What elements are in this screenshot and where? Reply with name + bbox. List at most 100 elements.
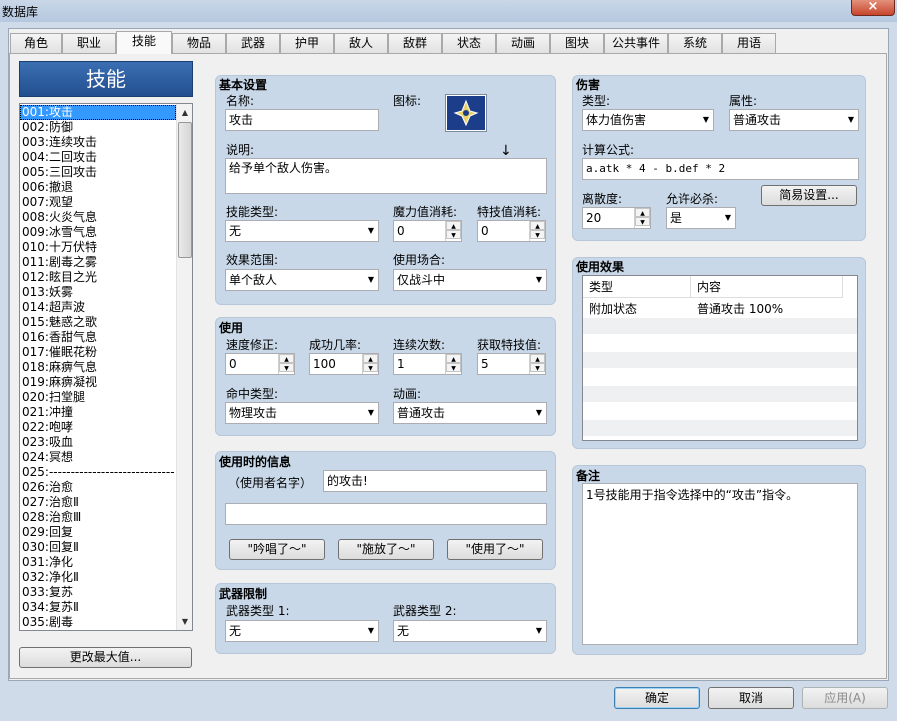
apply-button[interactable]: 应用(A) [802, 687, 888, 709]
table-row[interactable] [583, 335, 857, 351]
skill-list[interactable]: 001:攻击 002:防御 003:连续攻击 004:二回攻击 005:三回攻击… [19, 103, 193, 631]
tab-weapons[interactable]: 武器 [226, 33, 280, 53]
table-row[interactable]: 附加状态 普通攻击 100% [583, 301, 857, 317]
mp-cost-spinner[interactable]: 0 ▲ ▼ [393, 220, 462, 242]
list-item[interactable]: 031:净化 [20, 555, 176, 570]
list-item[interactable]: 007:观望 [20, 195, 176, 210]
weapon-type2-select[interactable]: 无 ▼ [393, 620, 547, 642]
scroll-thumb[interactable] [178, 122, 192, 258]
success-spinner[interactable]: 100 ▲ ▼ [309, 353, 379, 375]
tab-items[interactable]: 物品 [172, 33, 226, 53]
spinner-arrows-icon[interactable]: ▲ ▼ [362, 354, 378, 374]
tab-common-events[interactable]: 公共事件 [604, 33, 668, 53]
spinner-arrows-icon[interactable]: ▲ ▼ [278, 354, 294, 374]
easy-setup-button[interactable]: 简易设置... [761, 185, 857, 206]
change-max-button[interactable]: 更改最大值... [19, 647, 192, 668]
list-item[interactable]: 023:吸血 [20, 435, 176, 450]
animation-select[interactable]: 普通攻击 ▼ [393, 402, 547, 424]
list-item[interactable]: 002:防御 [20, 120, 176, 135]
spinner-arrows-icon[interactable]: ▲ ▼ [529, 354, 545, 374]
table-row[interactable] [583, 369, 857, 385]
list-item[interactable]: 032:净化Ⅱ [20, 570, 176, 585]
uses-button[interactable]: "使用了～" [447, 539, 543, 560]
table-row[interactable] [583, 386, 857, 402]
list-item[interactable]: 003:连续攻击 [20, 135, 176, 150]
list-item-selected[interactable]: 001:攻击 [20, 105, 176, 120]
tp-gain-spinner[interactable]: 5 ▲ ▼ [477, 353, 546, 375]
spinner-arrows-icon[interactable]: ▲ ▼ [445, 354, 461, 374]
hit-type-select[interactable]: 物理攻击 ▼ [225, 402, 379, 424]
cancel-button[interactable]: 取消 [708, 687, 794, 709]
list-item[interactable]: 004:二回攻击 [20, 150, 176, 165]
list-item[interactable]: 008:火炎气息 [20, 210, 176, 225]
list-item[interactable]: 013:妖雾 [20, 285, 176, 300]
skill-type-select[interactable]: 无 ▼ [225, 220, 379, 242]
spinner-arrows-icon[interactable]: ▲ ▼ [445, 221, 461, 241]
table-row[interactable] [583, 403, 857, 419]
damage-type-select[interactable]: 体力值伤害 ▼ [582, 109, 714, 131]
list-item[interactable]: 010:十万伏特 [20, 240, 176, 255]
tab-system[interactable]: 系统 [668, 33, 722, 53]
list-item[interactable]: 006:撤退 [20, 180, 176, 195]
ok-button[interactable]: 确定 [614, 687, 700, 709]
list-scrollbar[interactable]: ▲ ▼ [176, 104, 192, 630]
list-item[interactable]: 015:魅惑之歌 [20, 315, 176, 330]
table-row[interactable] [583, 420, 857, 436]
table-row[interactable] [583, 318, 857, 334]
tab-classes[interactable]: 职业 [62, 33, 116, 53]
list-item[interactable]: 021:冲撞 [20, 405, 176, 420]
note-field[interactable]: 1号技能用于指令选择中的“攻击”指令。 [582, 483, 858, 645]
list-item[interactable]: 030:回复Ⅱ [20, 540, 176, 555]
weapon-type1-select[interactable]: 无 ▼ [225, 620, 379, 642]
message-line1-field[interactable]: 的攻击! [323, 470, 547, 492]
message-line2-field[interactable] [225, 503, 547, 525]
name-field[interactable]: 攻击 [225, 109, 379, 131]
occasion-select[interactable]: 仅战斗中 ▼ [393, 269, 547, 291]
list-item[interactable]: 027:治愈Ⅱ [20, 495, 176, 510]
spinner-arrows-icon[interactable]: ▲ ▼ [634, 208, 650, 228]
list-item[interactable]: 022:咆哮 [20, 420, 176, 435]
list-item[interactable]: 016:香甜气息 [20, 330, 176, 345]
tab-animations[interactable]: 动画 [496, 33, 550, 53]
tab-skills[interactable]: 技能 [116, 31, 172, 54]
list-item[interactable]: 017:催眠花粉 [20, 345, 176, 360]
tab-tilesets[interactable]: 图块 [550, 33, 604, 53]
column-header-content[interactable]: 内容 [691, 276, 843, 298]
skill-icon[interactable] [445, 94, 487, 132]
tab-enemies[interactable]: 敌人 [334, 33, 388, 53]
casts-button[interactable]: "吟唱了～" [229, 539, 325, 560]
scope-select[interactable]: 单个敌人 ▼ [225, 269, 379, 291]
critical-select[interactable]: 是 ▼ [666, 207, 736, 229]
tp-cost-spinner[interactable]: 0 ▲ ▼ [477, 220, 546, 242]
element-select[interactable]: 普通攻击 ▼ [729, 109, 859, 131]
tab-armors[interactable]: 护甲 [280, 33, 334, 53]
list-item[interactable]: 026:治愈 [20, 480, 176, 495]
list-item[interactable]: 034:复苏Ⅱ [20, 600, 176, 615]
speed-spinner[interactable]: 0 ▲ ▼ [225, 353, 295, 375]
scroll-up-icon[interactable]: ▲ [177, 104, 192, 121]
list-item[interactable]: 005:三回攻击 [20, 165, 176, 180]
table-row[interactable] [583, 352, 857, 368]
list-item[interactable]: 025:----------------------------- [20, 465, 176, 480]
list-item[interactable]: 009:冰雪气息 [20, 225, 176, 240]
close-button[interactable]: × [851, 0, 895, 16]
list-item[interactable]: 028:治愈Ⅲ [20, 510, 176, 525]
effects-table[interactable]: 类型 内容 附加状态 普通攻击 100% [582, 275, 858, 441]
column-header-type[interactable]: 类型 [583, 276, 691, 298]
spinner-arrows-icon[interactable]: ▲ ▼ [529, 221, 545, 241]
list-item[interactable]: 020:扫堂腿 [20, 390, 176, 405]
scroll-down-icon[interactable]: ▼ [177, 613, 192, 630]
formula-field[interactable]: a.atk * 4 - b.def * 2 [582, 158, 859, 180]
list-item[interactable]: 029:回复 [20, 525, 176, 540]
repeat-spinner[interactable]: 1 ▲ ▼ [393, 353, 462, 375]
list-item[interactable]: 033:复苏 [20, 585, 176, 600]
list-item[interactable]: 024:冥想 [20, 450, 176, 465]
tab-states[interactable]: 状态 [442, 33, 496, 53]
tab-terms[interactable]: 用语 [722, 33, 776, 53]
tab-troops[interactable]: 敌群 [388, 33, 442, 53]
list-item[interactable]: 012:眩目之光 [20, 270, 176, 285]
list-item[interactable]: 014:超声波 [20, 300, 176, 315]
variance-spinner[interactable]: 20 ▲ ▼ [582, 207, 651, 229]
tab-actors[interactable]: 角色 [10, 33, 62, 53]
list-item[interactable]: 019:麻痹凝视 [20, 375, 176, 390]
